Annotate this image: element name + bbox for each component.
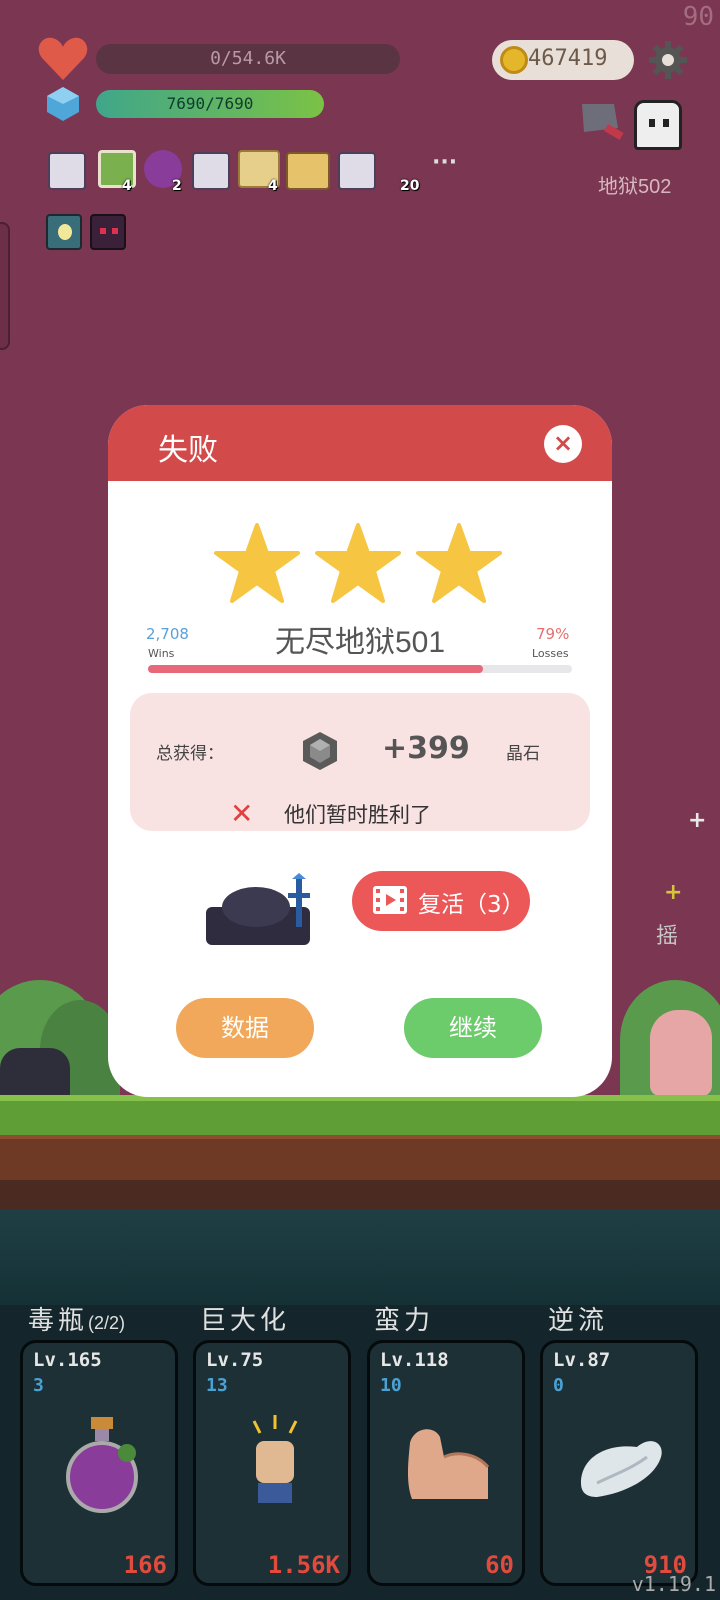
- ratio-bar-fill: [148, 665, 483, 673]
- skill-name: 逆流: [548, 1305, 609, 1335]
- star-icon: [315, 523, 401, 603]
- skill-card-poison[interactable]: Lv.165 3 166: [20, 1340, 178, 1586]
- version-label: v1.19.1: [631, 1572, 716, 1596]
- hp-bar: 0/54.6K: [96, 44, 400, 74]
- skill-name: 巨大化: [200, 1305, 291, 1335]
- gear-icon[interactable]: [648, 40, 688, 80]
- item-count: 4: [268, 178, 278, 194]
- losses-label: Losses: [532, 647, 569, 660]
- skill-card-giant[interactable]: Lv.75 13 1.56K: [193, 1340, 351, 1586]
- ghost-icon[interactable]: [634, 100, 682, 150]
- skill-sub-value: 10: [380, 1375, 402, 1396]
- dialog-title: 失败: [158, 434, 218, 467]
- skill-name: 毒瓶(2/2): [28, 1305, 126, 1335]
- star-icon: [214, 523, 300, 603]
- combat-text: +: [688, 808, 707, 833]
- wing-icon: [581, 1441, 662, 1497]
- combat-text: +: [664, 880, 683, 905]
- reward-amount: +399: [382, 731, 470, 766]
- close-button[interactable]: ×: [544, 425, 582, 463]
- skill-level: Lv.165: [33, 1349, 102, 1371]
- cleaver-icon: [582, 104, 624, 140]
- scroll-ribbon-icon[interactable]: [48, 152, 86, 190]
- skill-name: 蛮力: [374, 1305, 435, 1335]
- treasure-map-icon[interactable]: [286, 152, 330, 190]
- skill-cost: 1.56K: [267, 1551, 340, 1579]
- water: [0, 1210, 720, 1310]
- coin-icon: [500, 46, 528, 74]
- skill-card-backflow[interactable]: Lv.87 0 910: [540, 1340, 698, 1586]
- skill-level: Lv.87: [553, 1349, 611, 1371]
- defeat-dialog: 失败 × 2,708 Wins 无尽地狱501 79% Losses 总获得： …: [108, 405, 612, 1097]
- demon-buff-icon[interactable]: [90, 214, 126, 250]
- continue-button[interactable]: 继续: [404, 998, 542, 1058]
- combat-text: 摇: [656, 924, 679, 949]
- more-items-button[interactable]: ···: [432, 150, 457, 175]
- skill-cost: 166: [123, 1551, 167, 1579]
- gem-icon: [303, 732, 337, 770]
- fail-x-icon: ✕: [230, 797, 254, 830]
- reward-unit: 晶石: [506, 744, 540, 764]
- fps-counter: 90: [682, 2, 714, 32]
- star-icon: [416, 523, 502, 603]
- poison-bottle-icon: [66, 1417, 138, 1513]
- level-name: 地狱502: [598, 176, 672, 198]
- skill-sub-value: 3: [33, 1375, 44, 1396]
- video-ad-icon: [373, 886, 407, 914]
- skill-sub-value: 0: [553, 1375, 564, 1396]
- skill-level: Lv.75: [206, 1349, 264, 1371]
- item-count: 4: [122, 178, 132, 194]
- crystal-icon: [47, 87, 79, 121]
- skill-sub-value: 13: [206, 1375, 228, 1396]
- skill-cost: 60: [485, 1551, 514, 1579]
- fail-message: 他们暂时胜利了: [284, 803, 431, 827]
- coin-amount: 467419: [528, 46, 608, 71]
- side-drawer-handle[interactable]: [0, 222, 10, 350]
- muscle-arm-icon: [408, 1429, 490, 1499]
- tombstone-sword-icon: [206, 873, 310, 945]
- enemy-character: [650, 1010, 712, 1096]
- fist-icon: [252, 1415, 298, 1503]
- item-count: 20: [400, 178, 420, 194]
- losses-value: 79%: [536, 625, 570, 643]
- mana-bar: 7690/7690: [96, 90, 324, 118]
- data-button[interactable]: 数据: [176, 998, 314, 1058]
- heart-icon: [38, 37, 88, 80]
- reward-label: 总获得：: [156, 744, 224, 764]
- skill-level: Lv.118: [380, 1349, 449, 1371]
- light-bulb-buff-icon[interactable]: [46, 214, 82, 250]
- rock: [0, 1048, 70, 1098]
- dirt-ground: [0, 1135, 720, 1180]
- skill-card-brute[interactable]: Lv.118 10 60: [367, 1340, 525, 1586]
- skill-count: (2/2): [88, 1313, 126, 1333]
- item-count: 2: [172, 178, 182, 194]
- scroll-ribbon-icon[interactable]: [192, 152, 230, 190]
- dirt-dark: [0, 1180, 720, 1210]
- revive-label: 复活（3）: [418, 892, 525, 918]
- scroll-ribbon-icon[interactable]: [338, 152, 376, 190]
- grass-ground: [0, 1095, 720, 1135]
